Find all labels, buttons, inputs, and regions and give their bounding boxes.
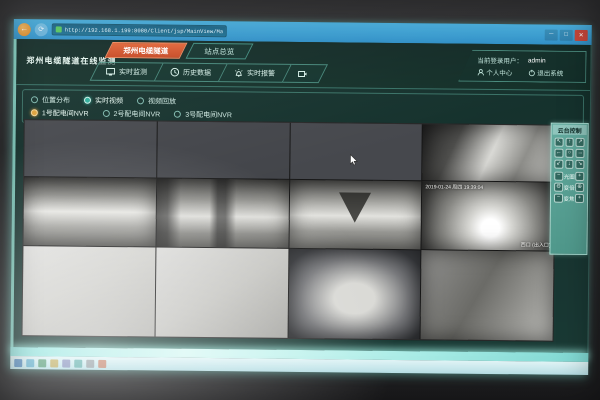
video-wall: 2019-01-24 周四 19:39:04 西口 (出入口): [22, 119, 556, 342]
iris-minus-button[interactable]: −: [554, 172, 563, 181]
username: admin: [528, 57, 546, 64]
video-cell-r3c1[interactable]: [23, 246, 156, 336]
window-controls: ─ □ ✕: [545, 29, 588, 40]
url-field[interactable]: http://192.168.1.199:8080/Client/jsp/Mai…: [52, 23, 227, 37]
current-user-row: 当前登录用户： admin: [477, 55, 579, 66]
toolbar-item-history-data[interactable]: 历史数据: [155, 63, 228, 83]
video-cell-r3c4[interactable]: [421, 250, 554, 340]
video-cell-r2c4[interactable]: 2019-01-24 周四 19:39:04 西口 (出入口): [422, 181, 554, 250]
url-text: http://192.168.1.199:8080/Client/jsp/Mai…: [65, 26, 223, 35]
main-tabs: 郑州电缆隧道 站点总览: [108, 42, 249, 59]
ptz-iris-row: − 光圈 +: [552, 171, 586, 182]
power-icon: [528, 69, 535, 76]
iris-label: 光圈: [564, 172, 575, 180]
start-button-icon[interactable]: [14, 359, 22, 367]
radio-video-playback[interactable]: 视频回放: [137, 96, 176, 106]
browser-reload-button[interactable]: ⟳: [35, 23, 48, 36]
video-cell-r1c2[interactable]: [157, 121, 289, 178]
video-cell-r1c3[interactable]: [290, 123, 422, 180]
taskbar-app-icon[interactable]: [74, 359, 82, 367]
ptz-up-right-button[interactable]: ↗: [576, 138, 585, 147]
site-security-icon: [56, 26, 62, 32]
ptz-left-button[interactable]: ←: [554, 149, 563, 158]
video-cell-r2c3[interactable]: [289, 180, 421, 249]
monitoring-app-page: 郑州电缆隧道在线监测 郑州电缆隧道 站点总览 实时监测: [10, 39, 591, 362]
history-clock-icon: [170, 68, 179, 77]
osd-camera-name: 西口 (出入口): [521, 241, 551, 248]
toolbar-item-realtime-monitor[interactable]: 实时监测: [90, 62, 164, 82]
login-label: 当前登录用户：: [477, 55, 523, 65]
video-cell-r3c2[interactable]: [155, 247, 288, 337]
zoom-in-button[interactable]: ⊕: [575, 183, 584, 192]
radio-live-video[interactable]: 实时视频: [84, 95, 123, 105]
taskbar-app-icon[interactable]: [86, 359, 94, 367]
radio-nvr-3[interactable]: 3号配电间NVR: [174, 109, 232, 120]
browser-back-button[interactable]: ←: [18, 23, 31, 36]
ptz-down-left-button[interactable]: ↙: [554, 160, 563, 169]
minimize-button[interactable]: ─: [545, 29, 558, 40]
video-cell-r3c3[interactable]: [288, 249, 421, 339]
video-cell-r1c4[interactable]: [422, 124, 554, 181]
profile-link[interactable]: 个人中心: [477, 67, 512, 77]
ptz-up-left-button[interactable]: ↖: [555, 138, 564, 147]
ptz-down-button[interactable]: ↓: [565, 160, 574, 169]
taskbar-app-icon[interactable]: [98, 359, 106, 367]
alarm-bell-icon: [234, 68, 243, 77]
logout-link[interactable]: 退出系统: [528, 67, 563, 77]
taskbar-app-icon[interactable]: [62, 359, 70, 367]
user-panel: 当前登录用户： admin 个人中心 退出系统: [458, 50, 586, 83]
ptz-zoom-row: ⊖ 变倍 ⊕: [552, 182, 586, 193]
focus-minus-button[interactable]: −: [554, 194, 563, 203]
close-button[interactable]: ✕: [575, 29, 588, 40]
osd-timestamp: 2019-01-24 周四 19:39:04: [425, 183, 483, 191]
ptz-focus-row: − 变焦 +: [552, 193, 586, 204]
video-cell-r1c1[interactable]: [24, 120, 156, 177]
zoom-label: 变倍: [564, 183, 575, 191]
radio-dot-selected: [31, 109, 38, 116]
radio-dot: [174, 111, 181, 118]
radio-dot: [103, 110, 110, 117]
tab-cable-tunnel[interactable]: 郑州电缆隧道: [105, 42, 188, 59]
tunnel-structure: [339, 193, 371, 223]
video-cell-r2c2[interactable]: [156, 178, 288, 247]
radio-dot-selected: [84, 97, 91, 104]
radio-nvr-2[interactable]: 2号配电间NVR: [102, 108, 160, 119]
radio-location-map[interactable]: 位置分布: [31, 95, 70, 105]
mouse-cursor: [349, 154, 358, 167]
taskbar-app-icon[interactable]: [26, 359, 34, 367]
video-cell-r2c1[interactable]: [23, 177, 155, 246]
ptz-right-button[interactable]: →: [576, 149, 585, 158]
iris-plus-button[interactable]: +: [575, 172, 584, 181]
tab-site-overview[interactable]: 站点总览: [186, 43, 254, 60]
focus-plus-button[interactable]: +: [575, 194, 584, 203]
ptz-direction-pad: ↖ ↑ ↗ ← ○ → ↙ ↓ ↘: [552, 135, 586, 171]
zoom-out-button[interactable]: ⊖: [554, 183, 563, 192]
monitor-screen: ← ⟳ http://192.168.1.199:8080/Client/jsp…: [10, 19, 592, 375]
ptz-control-panel: 云台控制 ↖ ↑ ↗ ← ○ → ↙ ↓ ↘ − 光圈 +: [549, 123, 588, 255]
monitor-icon: [106, 67, 115, 75]
toolbar-item-camera[interactable]: [283, 64, 328, 83]
radio-dot: [31, 96, 38, 103]
ptz-auto-scan-button[interactable]: ○: [565, 149, 574, 158]
toolbar-item-realtime-alarm[interactable]: 实时报警: [219, 63, 292, 83]
taskbar-app-icon[interactable]: [38, 359, 46, 367]
radio-dot: [137, 97, 144, 104]
ptz-down-right-button[interactable]: ↘: [576, 160, 585, 169]
person-icon: [477, 68, 484, 75]
ptz-panel-title: 云台控制: [553, 125, 587, 135]
taskbar-app-icon[interactable]: [50, 359, 58, 367]
focus-label: 变焦: [563, 194, 574, 202]
camera-icon: [298, 69, 307, 77]
photo-of-monitor: ← ⟳ http://192.168.1.199:8080/Client/jsp…: [0, 0, 600, 400]
app-header: 郑州电缆隧道在线监测 郑州电缆隧道 站点总览 实时监测: [16, 39, 590, 91]
maximize-button[interactable]: □: [560, 29, 573, 40]
ptz-up-button[interactable]: ↑: [565, 138, 574, 147]
radio-nvr-1[interactable]: 1号配电间NVR: [31, 108, 89, 119]
header-toolbar: 实时监测 历史数据 实时报警: [94, 62, 323, 83]
